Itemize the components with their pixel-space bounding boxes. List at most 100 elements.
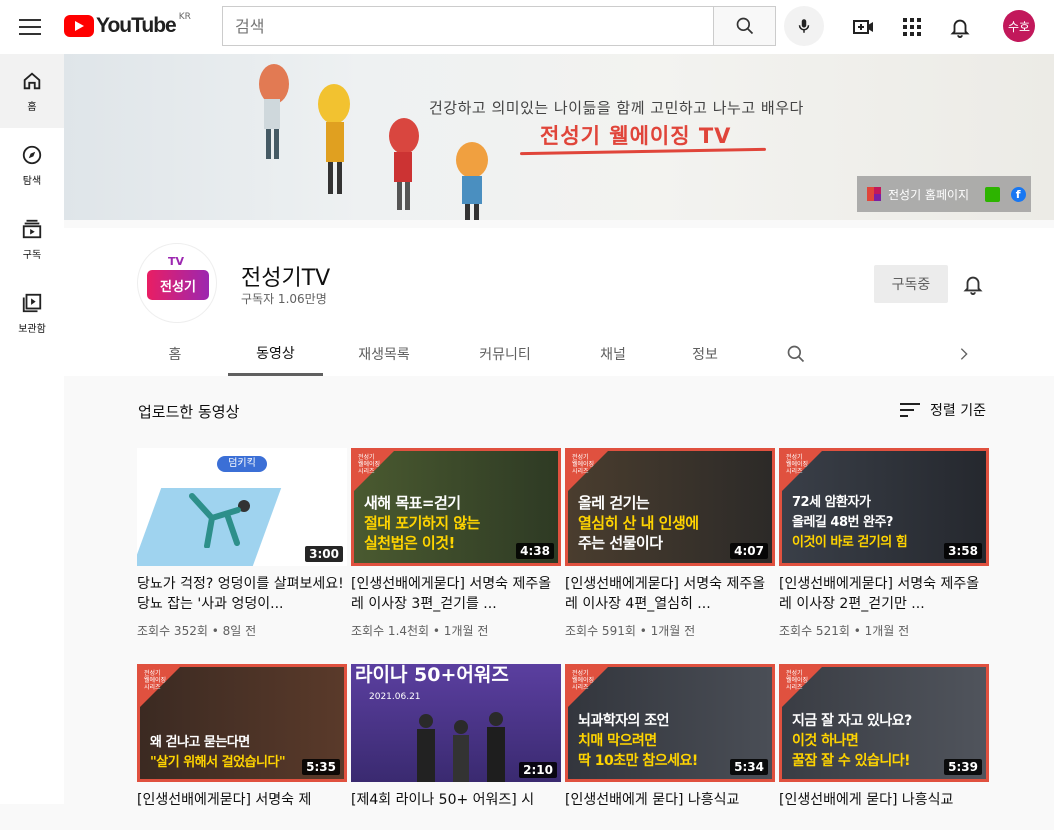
tab-videos[interactable]: 동영상: [228, 332, 323, 376]
search-icon: [736, 17, 753, 35]
section-title: 업로드한 동영상: [138, 403, 240, 421]
video-meta: 조회수 521회 • 1개월 전: [779, 624, 910, 638]
video-duration: 3:58: [944, 543, 982, 559]
apps-grid-icon: [903, 18, 921, 36]
video-card[interactable]: 전성기 웰에이징 시리즈 올레 걷기는 열심히 산 내 인생에 주는 선물이다 4:07…: [565, 448, 775, 639]
video-meta: 조회수 1.4천회 • 1개월 전: [351, 624, 489, 638]
video-title[interactable]: [인생선배에게 묻다] 나흥식교: [565, 790, 775, 830]
hamburger-menu-icon[interactable]: [14, 11, 46, 43]
facebook-icon: f: [1010, 186, 1026, 202]
channel-banner: 건강하고 의미있는 나이듦을 함께 고민하고 나누고 배우다 전성기 웰에이징 …: [64, 54, 1054, 220]
thumb-caption: 새해 목표=걷기 절대 포기하지 않는 실천법은 이것!: [364, 494, 480, 552]
banner-tagline: 건강하고 의미있는 나이듦을 함께 고민하고 나누고 배우다: [429, 99, 804, 117]
video-thumbnail[interactable]: 덤키킥 3:00: [137, 448, 347, 566]
youtube-logo[interactable]: YouTube KR: [64, 12, 191, 38]
video-title[interactable]: [제4회 라이나 50+ 어워즈] 시: [351, 790, 561, 830]
youtube-play-icon: [64, 15, 94, 37]
video-thumbnail[interactable]: 전성기 웰에이징 시리즈 지금 잘 자고 있나요? 이것 하나면 꿀잠 잘 수 있습니다…: [779, 664, 989, 782]
video-thumbnail[interactable]: 전성기 웰에이징 시리즈 뇌과학자의 조언 치매 막으려면 딱 10초만 참으세요! 5…: [565, 664, 775, 782]
naver-link[interactable]: [979, 176, 1005, 212]
search-input[interactable]: [222, 6, 713, 46]
thumb-pill: 덤키킥: [217, 456, 267, 472]
video-card[interactable]: 전성기 웰에이징 시리즈 뇌과학자의 조언 치매 막으려면 딱 10초만 참으세요! 5…: [565, 664, 775, 830]
video-meta: 조회수 352회 • 8일 전: [137, 624, 257, 638]
video-title[interactable]: 당뇨가 걱정? 엉덩이를 살펴보세요! 당뇨 잡는 '사과 엉덩이...: [137, 574, 347, 614]
video-title[interactable]: [인생선배에게묻다] 서명숙 제: [137, 790, 347, 830]
create-video-button[interactable]: [848, 11, 880, 43]
microphone-icon: [798, 19, 810, 33]
banner-title: 전성기 웰에이징 TV: [540, 124, 732, 148]
video-title[interactable]: [인생선배에게묻다] 서명숙 제주올레 이사장 4편_열심히 ...: [565, 574, 775, 614]
video-title[interactable]: [인생선배에게묻다] 서명숙 제주올레 이사장 2편_걷기만 ...: [779, 574, 989, 614]
chevron-right-icon: [960, 348, 968, 360]
thumb-caption: 라이나 50+어워즈: [355, 664, 509, 686]
apps-button[interactable]: [896, 11, 928, 43]
video-thumbnail[interactable]: 전성기 웰에이징 시리즈 새해 목표=걷기 절대 포기하지 않는 실천법은 이것! 4:…: [351, 448, 561, 566]
video-thumbnail[interactable]: 전성기 웰에이징 시리즈 왜 걷냐고 묻는다면 "살기 위해서 걸었습니다" 5:35: [137, 664, 347, 782]
voice-search-button[interactable]: [784, 6, 824, 46]
tabs-scroll-right-button[interactable]: [950, 332, 978, 376]
tab-community[interactable]: 커뮤니티: [466, 332, 544, 376]
facebook-link[interactable]: f: [1005, 176, 1031, 212]
series-badge-label: 전성기 웰에이징 시리즈: [786, 670, 809, 691]
subscribed-button[interactable]: 구독중: [874, 265, 948, 303]
video-card[interactable]: 전성기 웰에이징 시리즈 72세 암환자가 올레길 48번 완주? 이것이 바로 걷기의…: [779, 448, 989, 639]
sort-button[interactable]: 정렬 기준: [900, 400, 986, 420]
channel-avatar[interactable]: 전성기 TV: [137, 243, 217, 323]
channel-search-button[interactable]: [780, 332, 812, 376]
search-icon: [787, 345, 805, 363]
video-card[interactable]: 전성기 웰에이징 시리즈 왜 걷냐고 묻는다면 "살기 위해서 걸었습니다" 5:35…: [137, 664, 347, 830]
account-avatar[interactable]: 수호: [1003, 10, 1035, 42]
video-duration: 2:10: [519, 762, 557, 778]
compass-icon: [22, 145, 42, 164]
video-card[interactable]: 덤키킥 3:00 당뇨가 걱정? 엉덩이를 살펴보세요! 당뇨 잡는 '사과 엉…: [137, 448, 347, 639]
homepage-link-label: 전성기 홈페이지: [888, 187, 970, 202]
sidebar-item-label: 탐색: [22, 175, 42, 187]
thumb-caption: 올레 걷기는 열심히 산 내 인생에 주는 선물이다: [578, 494, 699, 552]
notifications-button[interactable]: [944, 11, 976, 43]
sidebar-item-home[interactable]: 홈: [0, 54, 64, 128]
video-thumbnail[interactable]: 전성기 웰에이징 시리즈 올레 걷기는 열심히 산 내 인생에 주는 선물이다 4:07: [565, 448, 775, 566]
thumb-people: [401, 709, 521, 782]
sidebar-item-library[interactable]: 보관함: [0, 276, 64, 350]
video-duration: 5:39: [944, 759, 982, 775]
tab-home[interactable]: 홈: [150, 332, 200, 376]
channel-name: 전성기TV: [241, 266, 331, 291]
video-thumbnail[interactable]: 라이나 50+어워즈 2021.06.21 2:10: [351, 664, 561, 782]
video-meta: 조회수 591회 • 1개월 전: [565, 624, 696, 638]
video-thumbnail[interactable]: 전성기 웰에이징 시리즈 72세 암환자가 올레길 48번 완주? 이것이 바로 걷기의…: [779, 448, 989, 566]
series-badge-label: 전성기 웰에이징 시리즈: [572, 670, 595, 691]
series-badge-label: 전성기 웰에이징 시리즈: [358, 454, 381, 475]
thumb-caption: 뇌과학자의 조언 치매 막으려면 딱 10초만 참으세요!: [578, 713, 698, 769]
thumb-caption: 왜 걷냐고 묻는다면 "살기 위해서 걸었습니다": [150, 735, 286, 770]
video-card[interactable]: 전성기 웰에이징 시리즈 지금 잘 자고 있나요? 이것 하나면 꿀잠 잘 수 있습니다…: [779, 664, 989, 830]
sidebar-item-label: 홈: [27, 101, 37, 113]
mini-guide-sidebar: 홈 탐색 구독 보관함: [0, 54, 64, 804]
banner-hiker-figures: [259, 64, 488, 220]
top-bar: YouTube KR 수호: [0, 0, 1054, 54]
sidebar-item-explore[interactable]: 탐색: [0, 128, 64, 202]
video-card[interactable]: 라이나 50+어워즈 2021.06.21 2:10 [제4회 라이나 50+ …: [351, 664, 561, 830]
video-duration: 5:34: [730, 759, 768, 775]
video-card[interactable]: 전성기 웰에이징 시리즈 새해 목표=걷기 절대 포기하지 않는 실천법은 이것! 4:…: [351, 448, 561, 639]
sidebar-item-subscriptions[interactable]: 구독: [0, 202, 64, 276]
thumb-figure: [182, 488, 252, 549]
search-button[interactable]: [713, 6, 776, 46]
sort-label: 정렬 기준: [930, 403, 986, 419]
video-duration: 4:07: [730, 543, 768, 559]
tab-playlists[interactable]: 재생목록: [345, 332, 423, 376]
channel-avatar-logo: 전성기: [147, 270, 209, 300]
banner-links: 전성기 홈페이지 f: [857, 176, 1032, 212]
tab-about[interactable]: 정보: [676, 332, 734, 376]
channel-header: 전성기 TV 전성기TV 구독자 1.06만명 구독중 홈 동영상 재생목록 커…: [64, 228, 1054, 376]
video-title[interactable]: [인생선배에게 묻다] 나흥식교: [779, 790, 989, 830]
channel-tabs: 홈 동영상 재생목록 커뮤니티 채널 정보: [64, 332, 1054, 376]
series-badge-label: 전성기 웰에이징 시리즈: [786, 454, 809, 475]
homepage-link[interactable]: 전성기 홈페이지: [857, 176, 979, 212]
video-title[interactable]: [인생선배에게묻다] 서명숙 제주올레 이사장 3편_걷기를 ...: [351, 574, 561, 614]
library-icon: [22, 293, 42, 312]
tab-channels[interactable]: 채널: [584, 332, 642, 376]
homepage-favicon-icon: [867, 187, 881, 201]
create-video-icon: [853, 20, 873, 34]
channel-notification-button[interactable]: [959, 270, 987, 298]
